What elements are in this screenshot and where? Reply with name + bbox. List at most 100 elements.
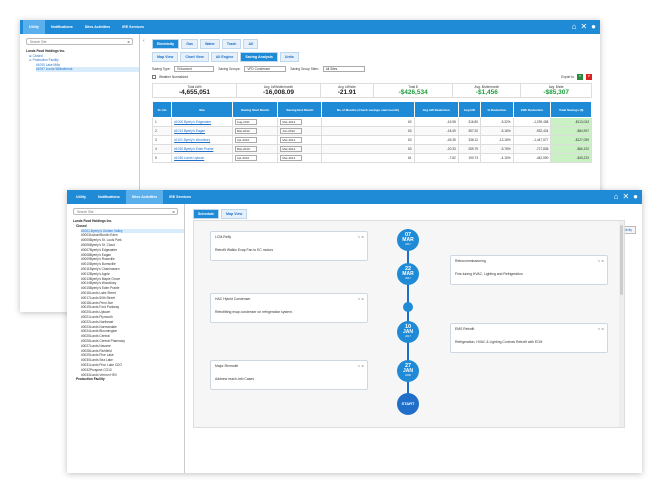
summary-table: Total kWh -4,655,051 Avg. kWh/site/month -… xyxy=(152,83,592,98)
tab-units[interactable]: Units xyxy=(279,52,299,62)
table-row: 4 #1030 Byerly's Eden Prairie Mar-2010 Mar-… xyxy=(151,144,592,154)
tools-icon[interactable]: ✕ xyxy=(580,22,587,32)
tab-trash[interactable]: Trash xyxy=(221,39,242,49)
table-cell: 190.73 xyxy=(457,153,482,163)
timeline-scrollbar[interactable] xyxy=(619,221,624,427)
col-kwh-reduction[interactable]: kWh Reduction xyxy=(512,101,552,118)
tab-schedule[interactable]: Schedule xyxy=(193,209,219,219)
col-avg-kw[interactable]: Avg kW xyxy=(457,101,482,118)
edit-delete-icons[interactable]: ✎ ⊗ xyxy=(598,327,604,331)
site-link[interactable]: #1101 Byerly's Woodbury xyxy=(171,135,233,145)
sites-activities-window: Utility Notifications Sites Activities I… xyxy=(67,190,642,473)
table-cell: Mar-2012 xyxy=(277,117,323,127)
table-cell: -$113,043 xyxy=(550,117,592,127)
summary-avg-dollar-site: Avg. $/site -$85,307 xyxy=(520,83,592,98)
utility-tabs: Electricity Gas Water Trash All xyxy=(152,39,600,49)
search-input[interactable]: Search Site ⊗ xyxy=(26,38,133,45)
timeline-node[interactable]: 22 MAR 2017 xyxy=(397,263,419,285)
collapse-sidebar-icon[interactable]: ‹ xyxy=(143,38,145,44)
tab-electricity[interactable]: Electricity xyxy=(152,39,180,49)
excel-icon[interactable]: X xyxy=(577,74,583,80)
activity-card[interactable]: LCM-Refly Retrofit Walkin Evap Fan to EC … xyxy=(210,231,368,261)
tab-chart-view[interactable]: Chart View xyxy=(180,52,209,62)
end-month-input[interactable]: Mar-2012 xyxy=(280,137,303,143)
timeline-node[interactable]: 27 JAN 2008 xyxy=(397,360,419,382)
site-link[interactable]: #1006 Byerly's Edgewater xyxy=(171,117,233,127)
start-month-input[interactable]: Mar-2010 xyxy=(234,146,257,152)
edit-delete-icons[interactable]: ✎ ⊗ xyxy=(358,364,364,368)
weather-checkbox[interactable] xyxy=(152,75,156,79)
clear-search-icon[interactable]: ⊗ xyxy=(172,209,175,215)
start-month-input[interactable]: Apr-2010 xyxy=(234,155,257,161)
col-end-month[interactable]: Saving End Month xyxy=(277,101,323,118)
edit-delete-icons[interactable]: ✎ ⊗ xyxy=(358,235,364,239)
tab-saving-analysis[interactable]: Saving Analysis xyxy=(240,52,278,62)
start-month-input[interactable]: Mar-2012 xyxy=(234,128,257,134)
col-months[interactable]: No of Months (Check savings start month) xyxy=(321,101,415,118)
activity-card[interactable]: Major-Remodel Addnew reach-Info Cases ✎ ⊗ xyxy=(210,360,368,390)
table-cell: 63 xyxy=(321,144,415,154)
nav-notifications[interactable]: Notifications xyxy=(45,20,79,34)
table-row: 1 #1006 Byerly's Edgewater Aug-2011 Mar-201… xyxy=(151,117,592,127)
end-month-input[interactable]: Mar-2012 xyxy=(280,119,303,125)
saving-type-select[interactable]: Enhanced xyxy=(174,66,215,72)
end-month-input[interactable]: Mar-2012 xyxy=(280,155,303,161)
table-cell: -20.33 xyxy=(413,144,459,154)
saving-group-sites-select[interactable]: All Sites xyxy=(322,66,365,72)
nav-utility[interactable]: Utility xyxy=(70,190,92,204)
search-input[interactable]: Search Site ⊗ xyxy=(73,208,178,215)
end-month-input[interactable]: Jun-2012 xyxy=(280,128,303,134)
home-icon[interactable]: ⌂ xyxy=(572,22,577,32)
saving-group-sites-label: Saving Group Sites: xyxy=(290,67,319,71)
nav-notifications[interactable]: Notifications xyxy=(92,190,126,204)
timeline-node[interactable]: 10 JAN 2017 xyxy=(397,321,419,343)
tab-map-view[interactable]: Map View xyxy=(152,52,179,62)
site-link[interactable]: #1013 Byerly's Eagan xyxy=(171,126,233,136)
tab-all[interactable]: All xyxy=(243,39,259,49)
export-group: Export to X P xyxy=(561,74,592,80)
timeline-node[interactable]: 07 MAR 2017 xyxy=(397,229,419,251)
table-cell: Mar-2012 xyxy=(231,126,279,136)
site-link[interactable]: #1030 Byerly's Eden Prairie xyxy=(171,144,233,154)
start-month-input[interactable]: Aug-2011 xyxy=(234,119,257,125)
user-icon[interactable]: ● xyxy=(633,192,638,202)
start-month-input[interactable]: Apr-2010 xyxy=(234,137,257,143)
col-site[interactable]: Site xyxy=(171,101,233,118)
activity-card[interactable]: Retrocommissioning Fine-tuning HVAC, Ligh… xyxy=(450,255,608,285)
activity-card[interactable]: EMS Retrofit Refrigeration, HVAC & Lighti… xyxy=(450,323,608,353)
col-total-savings[interactable]: Total Savings ($) xyxy=(550,101,592,118)
col-sr-no[interactable]: Sr. No xyxy=(151,101,173,118)
edit-delete-icons[interactable]: ✎ ⊗ xyxy=(598,259,604,263)
site-link[interactable]: #1045 Lunds Uptown xyxy=(171,153,233,163)
tree-item-willowbrook[interactable]: #1057 Lunds Willowbrook xyxy=(36,67,139,72)
home-icon[interactable]: ⌂ xyxy=(614,192,619,202)
table-cell: -13.18% xyxy=(480,135,514,145)
saving-groups-select[interactable]: VFD Condenser xyxy=(244,66,287,72)
col-avg-kw-reduction[interactable]: Avg kW Reduction xyxy=(413,101,459,118)
table-cell: -1,447,577 xyxy=(512,135,552,145)
tools-icon[interactable]: ✕ xyxy=(622,192,629,202)
tab-map-view[interactable]: Map View xyxy=(220,209,248,219)
nav-sites-activities[interactable]: Sites Activities xyxy=(79,20,116,34)
col-pct-reduction[interactable]: % Reduction xyxy=(480,101,514,118)
activity-card[interactable]: HAC Hybrid Condenser Retrofitting evap co… xyxy=(210,293,368,323)
table-row: 3 #1101 Byerly's Woodbury Apr-2010 Mar-2012… xyxy=(151,135,592,145)
clear-search-icon[interactable]: ⊗ xyxy=(127,39,130,45)
tab-water[interactable]: Water xyxy=(199,39,220,49)
pdf-icon[interactable]: P xyxy=(586,74,592,80)
end-month-input[interactable]: Mar-2012 xyxy=(280,146,303,152)
tab-gas[interactable]: Gas xyxy=(181,39,198,49)
tab-all-engine[interactable]: All Engine xyxy=(210,52,239,62)
table-cell: Aug-2011 xyxy=(231,117,279,127)
table-cell: 3 xyxy=(151,135,173,145)
nav-ire-services[interactable]: IRE Services xyxy=(116,20,150,34)
nav-ire-services[interactable]: IRE Services xyxy=(163,190,197,204)
nav-sites-activities[interactable]: Sites Activities xyxy=(125,190,164,204)
table-cell: Mar-2010 xyxy=(231,144,279,154)
tree-item[interactable]: Production Facility xyxy=(76,377,184,382)
col-start-month[interactable]: Saving Start Month xyxy=(231,101,279,118)
table-cell: -5.76% xyxy=(480,144,514,154)
edit-delete-icons[interactable]: ✎ ⊗ xyxy=(358,297,364,301)
nav-utility[interactable]: Utility xyxy=(23,20,45,34)
user-icon[interactable]: ● xyxy=(591,22,596,32)
